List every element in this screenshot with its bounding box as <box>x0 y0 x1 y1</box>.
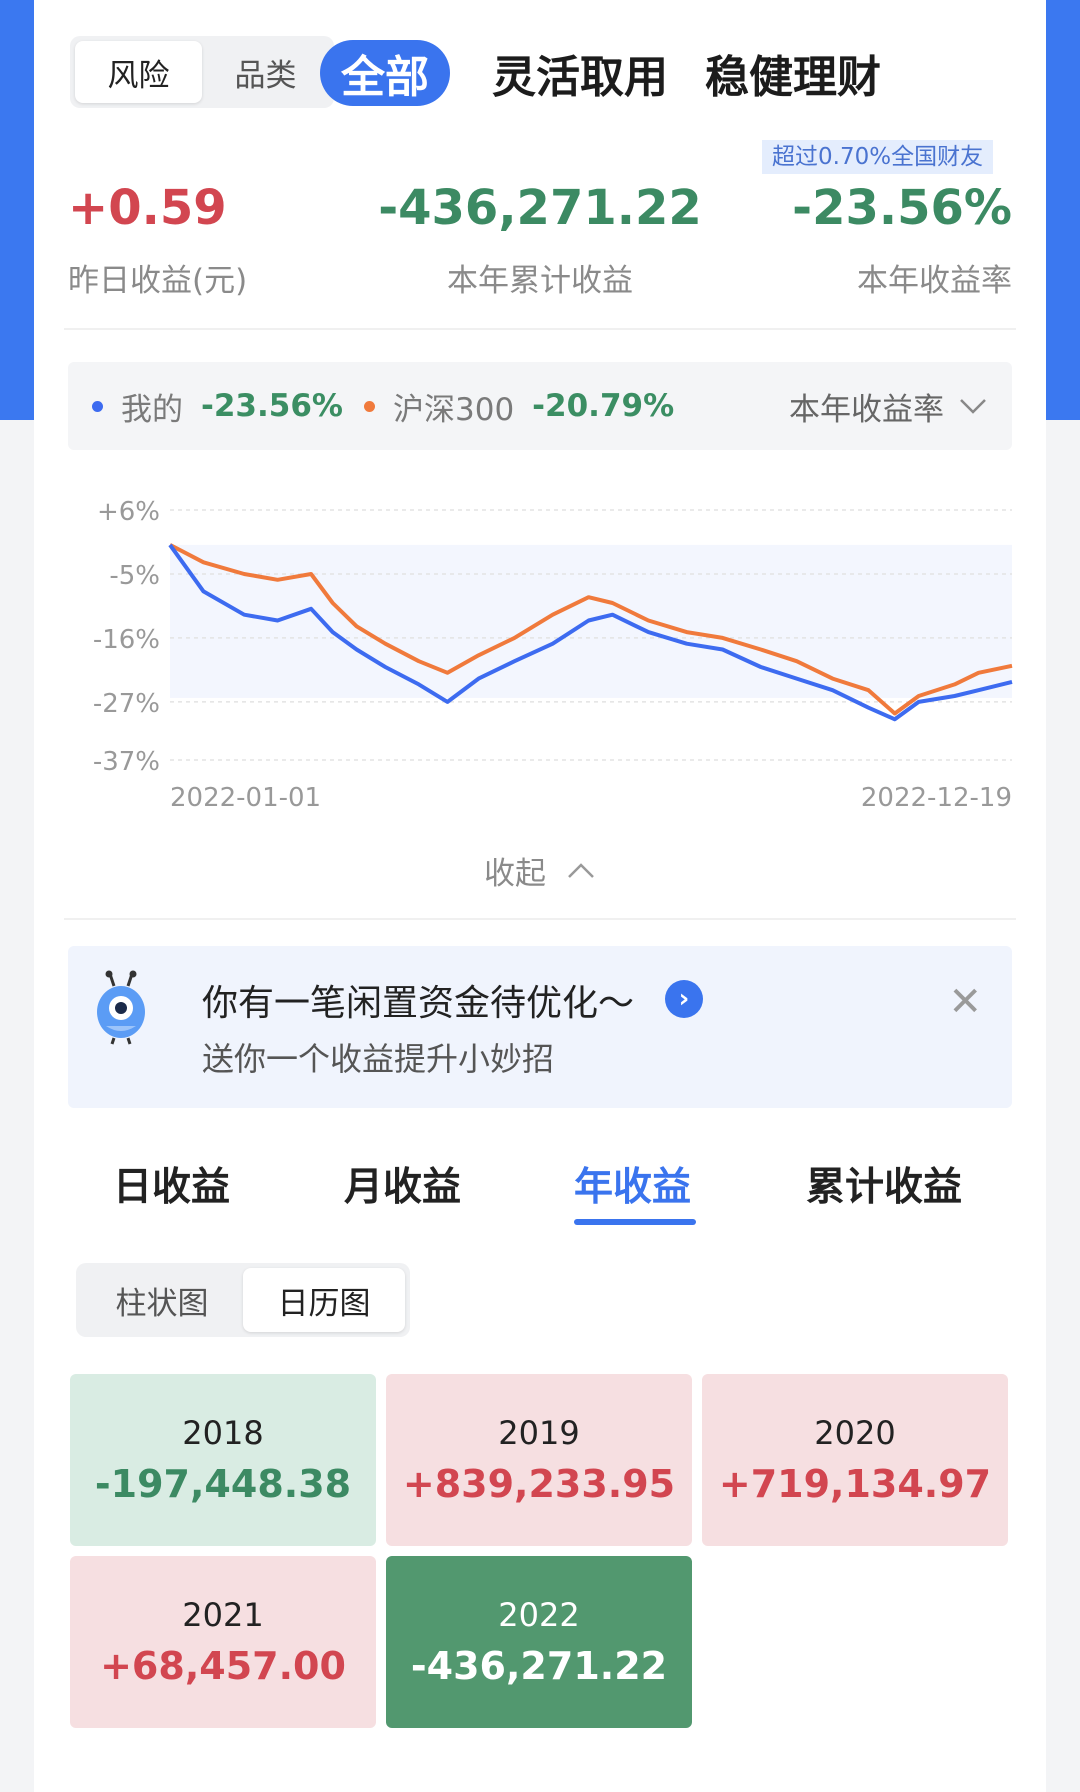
view-calendar[interactable]: 日历图 <box>243 1268 405 1332</box>
bench-dot-icon <box>364 400 375 412</box>
year-label: 2018 <box>182 1414 264 1452</box>
legend-mine-label: 我的 <box>121 391 183 428</box>
year-label: 2020 <box>814 1414 896 1452</box>
tab-cumulative[interactable]: 累计收益 <box>806 1156 962 1212</box>
legend-bench: 沪深300 -20.79% <box>364 362 674 450</box>
y-tick-label: -27% <box>93 689 160 719</box>
x-tick-label: 2022-01-01 <box>170 783 321 810</box>
tab-steady[interactable]: 稳健理财 <box>698 40 888 106</box>
y-tick-label: -16% <box>93 625 160 655</box>
year-return-value: -23.56% <box>792 180 1012 236</box>
legend-bench-value: -20.79% <box>532 388 675 424</box>
tab-underline <box>574 1219 696 1225</box>
segment-category[interactable]: 品类 <box>202 41 329 103</box>
tab-yearly[interactable]: 年收益 <box>574 1156 691 1212</box>
year-return-label: 本年收益率 <box>857 263 1012 299</box>
year-cell-2022[interactable]: 2022 -436,271.22 <box>386 1556 692 1728</box>
year-label: 2022 <box>498 1596 580 1634</box>
year-amount: -197,448.38 <box>94 1462 352 1506</box>
year-amount: +719,134.97 <box>718 1462 992 1506</box>
y-tick-label: +6% <box>97 497 160 527</box>
promo-banner[interactable]: 你有一笔闲置资金待优化～ › 送你一个收益提升小妙招 ✕ <box>68 946 1012 1108</box>
metric-select-label: 本年收益率 <box>789 391 944 428</box>
tab-flexible[interactable]: 灵活取用 <box>488 40 672 106</box>
year-amount: -436,271.22 <box>410 1644 668 1688</box>
year-cell-2020[interactable]: 2020 +719,134.97 <box>702 1374 1008 1546</box>
close-icon[interactable]: ✕ <box>948 982 982 1022</box>
promo-arrow-icon[interactable]: › <box>665 980 703 1018</box>
promo-title: 你有一笔闲置资金待优化～ <box>202 983 635 1024</box>
y-tick-label: -5% <box>109 561 160 591</box>
legend-mine-value: -23.56% <box>201 388 343 424</box>
metric-select[interactable]: 本年收益率 <box>789 362 988 450</box>
mascot-icon <box>97 970 145 1045</box>
collapse-label: 收起 <box>484 856 546 892</box>
chart-legend: 我的 -23.56% 沪深300 -20.79% 本年收益率 <box>68 362 1012 450</box>
main-card: 风险 品类 全部 灵活取用 稳健理财 超过0.70%全国财友 +0.59 昨日收… <box>34 0 1046 1792</box>
year-cell-2021[interactable]: 2021 +68,457.00 <box>70 1556 376 1728</box>
x-tick-label: 2022-12-19 <box>861 783 1012 810</box>
risk-category-toggle: 风险 品类 <box>70 36 334 108</box>
mine-dot-icon <box>92 400 103 412</box>
y-tick-label: -37% <box>93 747 160 777</box>
tab-daily[interactable]: 日收益 <box>113 1156 230 1212</box>
year-label: 2021 <box>182 1596 264 1634</box>
legend-bench-label: 沪深300 <box>393 391 515 428</box>
divider <box>64 918 1016 920</box>
year-amount: +68,457.00 <box>100 1644 346 1688</box>
chevron-up-icon <box>568 862 594 878</box>
return-line-chart: +6% -5% -16% -27% -37% 2022-01-01 2022-12-19 <box>93 497 1013 810</box>
view-toggle: 柱状图 日历图 <box>76 1263 410 1337</box>
view-bar[interactable]: 柱状图 <box>81 1268 243 1332</box>
divider <box>64 328 1016 330</box>
rank-badge: 超过0.70%全国财友 <box>762 140 994 174</box>
year-amount: +839,233.95 <box>402 1462 676 1506</box>
promo-subtitle: 送你一个收益提升小妙招 <box>202 1040 555 1078</box>
segment-risk[interactable]: 风险 <box>75 41 202 103</box>
year-label: 2019 <box>498 1414 580 1452</box>
year-cell-2019[interactable]: 2019 +839,233.95 <box>386 1374 692 1546</box>
collapse-button[interactable]: 收起 <box>34 848 1046 893</box>
tab-all[interactable]: 全部 <box>320 40 450 106</box>
tab-monthly[interactable]: 月收益 <box>344 1156 461 1212</box>
year-cell-2018[interactable]: 2018 -197,448.38 <box>70 1374 376 1546</box>
legend-mine: 我的 -23.56% <box>92 362 343 450</box>
chevron-down-icon <box>960 399 986 414</box>
